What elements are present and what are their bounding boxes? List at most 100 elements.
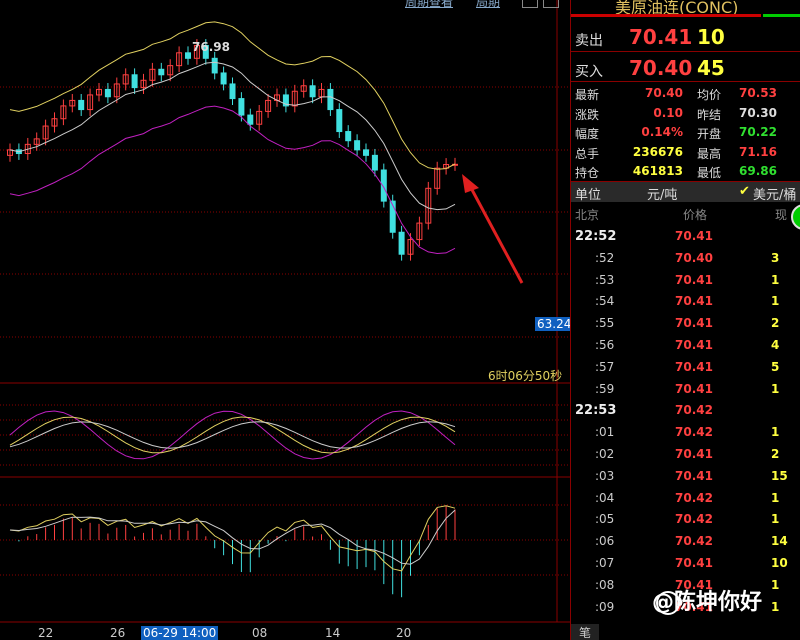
candle-body <box>158 68 165 76</box>
tick-row[interactable]: :56 70.41 4 <box>571 334 800 355</box>
tick-row[interactable]: 22:53 70.42 <box>571 399 800 420</box>
tick-row[interactable]: 22:52 70.41 <box>571 225 800 246</box>
tick-row[interactable]: :59 70.41 1 <box>571 378 800 399</box>
tick-price: 70.41 <box>675 272 713 287</box>
quote-side-panel: 美原油连(CONC) 卖出 70.41 10 买入 70.40 45 最新 70.… <box>570 0 800 640</box>
tick-volume: 1 <box>771 490 780 505</box>
bid-price: 70.40 <box>629 56 693 80</box>
tick-volume: 10 <box>771 556 788 570</box>
tick-time: :52 <box>595 250 615 265</box>
kline-chart[interactable] <box>0 0 570 640</box>
ask-volume: 10 <box>697 25 725 49</box>
stat-value: 69.86 <box>739 164 777 178</box>
bollinger-lower <box>9 105 456 255</box>
tick-price: 70.41 <box>675 556 713 570</box>
candle-body <box>78 99 85 111</box>
tick-price: 70.41 <box>675 229 713 243</box>
candle-body <box>345 131 352 142</box>
stat-value: 70.30 <box>739 105 777 120</box>
divider <box>571 51 800 52</box>
tick-row[interactable]: :53 70.41 1 <box>571 269 800 290</box>
bid-label: 买入 <box>575 64 603 80</box>
x-tick: 08 <box>252 626 268 640</box>
tick-price: 70.41 <box>675 468 713 483</box>
candle-body <box>398 231 405 255</box>
ask-row[interactable]: 卖出 70.41 10 <box>571 22 800 52</box>
stat-label: 总手 <box>575 146 600 161</box>
tick-price: 70.40 <box>675 250 713 265</box>
tick-volume: 1 <box>771 512 780 527</box>
tick-time: :53 <box>595 272 615 287</box>
candle-body <box>327 88 334 111</box>
watermark: @陈坤你好 <box>652 590 763 615</box>
candle-body <box>354 140 361 151</box>
tick-header-price: 价格 <box>683 208 708 222</box>
tick-row[interactable]: :52 70.40 3 <box>571 247 800 268</box>
top-link-period[interactable]: 周期查看 <box>405 0 453 10</box>
tick-time: 22:53 <box>575 403 617 419</box>
tick-header-time: 北京 <box>575 208 600 222</box>
tick-volume: 3 <box>771 250 780 265</box>
candle-body <box>220 72 227 85</box>
tick-row[interactable]: :07 70.41 10 <box>571 552 800 573</box>
tick-row[interactable]: :55 70.41 2 <box>571 312 800 333</box>
stat-row: 最新 70.40 均价 70.53 <box>571 83 800 103</box>
ask-label: 卖出 <box>575 33 603 49</box>
stat-value: 70.40 <box>645 86 683 100</box>
tick-price: 70.42 <box>675 534 713 549</box>
tick-time: :54 <box>595 294 615 309</box>
candle-body <box>309 85 316 98</box>
stat-value: 71.16 <box>739 144 777 159</box>
stat-value: 0.10 <box>653 105 683 120</box>
unit-label: 单位 <box>575 188 602 203</box>
tick-row[interactable]: :03 70.41 15 <box>571 465 800 486</box>
tab-ticks[interactable]: 笔 <box>571 624 599 640</box>
tick-price: 70.42 <box>675 403 713 418</box>
x-tick-cursor: 06-29 14:00 <box>141 626 219 640</box>
tick-time: :57 <box>595 359 615 374</box>
tick-volume: 1 <box>771 577 780 592</box>
tick-row[interactable]: :05 70.42 1 <box>571 508 800 529</box>
window-close-icon[interactable] <box>543 0 559 8</box>
annotation-arrowhead <box>462 174 479 193</box>
stat-row: 幅度 0.14% 开盘 70.22 <box>571 122 800 142</box>
currency-unit[interactable]: 美元/桶 <box>753 184 796 203</box>
tick-volume: 1 <box>771 381 780 396</box>
annotation-arrow-shaft <box>468 185 524 284</box>
stat-row: 涨跌 0.10 昨结 70.30 <box>571 103 800 123</box>
stat-value: 461813 <box>632 164 683 178</box>
candle-body <box>336 109 343 133</box>
stat-value: 70.22 <box>739 125 777 139</box>
x-tick: 22 <box>38 626 54 640</box>
tick-row[interactable]: :01 70.42 1 <box>571 421 800 442</box>
x-tick: 20 <box>396 626 412 640</box>
stat-label: 涨跌 <box>575 107 600 122</box>
tick-time: :59 <box>595 381 615 396</box>
axis-price-marker: 63.24 <box>535 317 574 331</box>
kline-chart-area[interactable]: 周期查看 局期 76.98 63.24 6时06分50秒 22 26 06-29… <box>0 0 574 640</box>
tick-row[interactable]: :57 70.41 5 <box>571 356 800 377</box>
check-icon: ✔ <box>739 184 750 199</box>
tick-volume: 1 <box>771 599 780 614</box>
tick-price: 70.41 <box>675 316 713 331</box>
tick-time: :56 <box>595 338 615 352</box>
tick-row[interactable]: :04 70.42 1 <box>571 487 800 508</box>
high-price-label: 76.98 <box>192 40 230 54</box>
candle-body <box>371 154 378 171</box>
top-link-2[interactable]: 局期 <box>476 0 500 10</box>
stat-row: 总手 236676 最高 71.16 <box>571 142 800 162</box>
tick-row[interactable]: :06 70.42 14 <box>571 530 800 551</box>
tick-row[interactable]: :02 70.41 2 <box>571 443 800 464</box>
window-restore-icon[interactable] <box>522 0 538 8</box>
unit-value[interactable]: 元/吨 <box>647 184 677 203</box>
bid-row[interactable]: 买入 70.40 45 <box>571 53 800 83</box>
tick-price: 70.41 <box>675 381 713 396</box>
candle-body <box>363 149 369 156</box>
tick-row[interactable]: :54 70.41 1 <box>571 290 800 311</box>
unit-bar[interactable]: 单位 元/吨 ✔ 美元/桶 <box>571 182 800 203</box>
tick-volume: 5 <box>771 359 780 374</box>
candle-body <box>185 52 191 59</box>
candle-body <box>238 98 245 116</box>
stat-row: 持仓 461813 最低 69.86 <box>571 161 800 181</box>
countdown-timer: 6时06分50秒 <box>488 369 563 383</box>
